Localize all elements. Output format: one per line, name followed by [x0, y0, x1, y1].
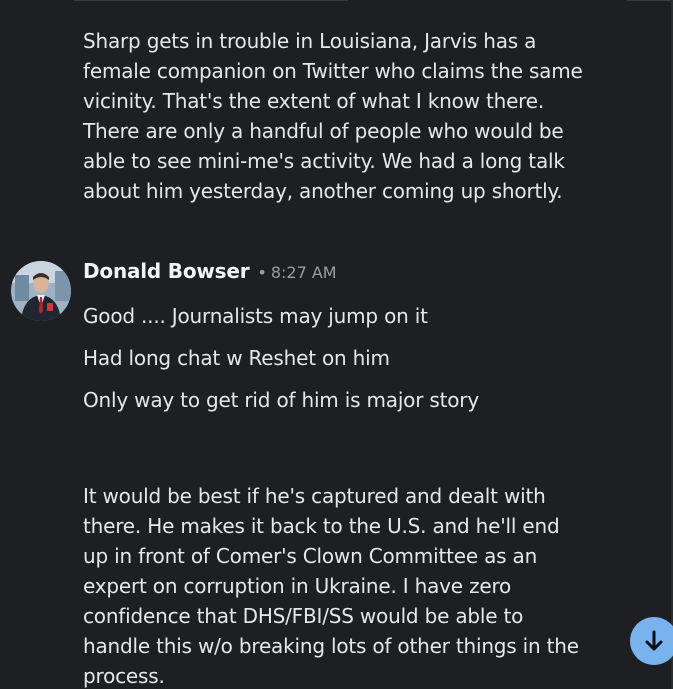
message-line: Good .... Journalists may jump on it [83, 304, 428, 328]
avatar[interactable] [11, 261, 71, 321]
divider [74, 0, 348, 1]
author-name[interactable]: Donald Bowser [83, 259, 250, 283]
message-header: Donald Bowser • 8:27 AM [83, 259, 337, 289]
avatar-image [11, 261, 71, 321]
scroll-to-bottom-button[interactable] [630, 617, 673, 665]
divider [627, 0, 673, 1]
arrow-down-icon [645, 630, 663, 651]
timestamp-separator: • [257, 263, 267, 282]
message-line: Had long chat w Reshet on him [83, 346, 390, 370]
message-text-previous: Sharp gets in trouble in Louisiana, Jarv… [83, 29, 583, 203]
message-text-long: It would be best if he's captured and de… [83, 484, 579, 688]
timestamp[interactable]: 8:27 AM [271, 263, 337, 282]
message-line: Only way to get rid of him is major stor… [83, 388, 479, 412]
